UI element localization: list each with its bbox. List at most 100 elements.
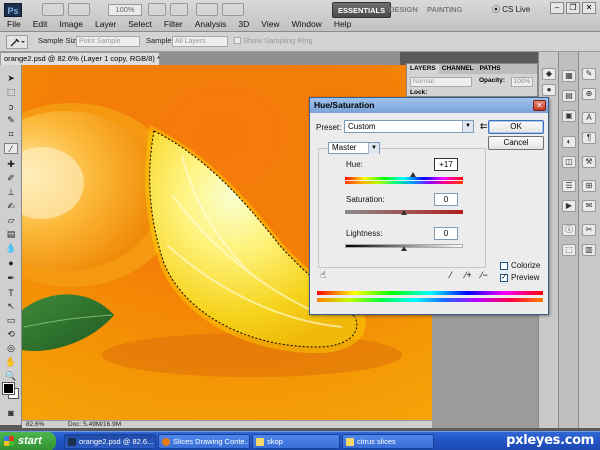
tab-channels[interactable]: CHANNEL xyxy=(439,64,477,74)
menu-layer[interactable]: Layer xyxy=(89,18,122,31)
menu-select[interactable]: Select xyxy=(122,18,158,31)
restore-icon[interactable]: ❐ xyxy=(566,2,580,14)
menu-view[interactable]: View xyxy=(255,18,285,31)
path-selection-tool-icon[interactable]: ↖ xyxy=(4,301,18,312)
animation-panel-icon[interactable]: ▥ xyxy=(582,244,596,256)
lightness-input[interactable]: 0 xyxy=(434,227,458,240)
blur-tool-icon[interactable]: 💧 xyxy=(4,243,18,254)
menu-image[interactable]: Image xyxy=(53,18,89,31)
tool-preset-picker[interactable] xyxy=(6,35,28,49)
crop-tool-icon[interactable]: ⌗ xyxy=(4,129,18,140)
targeted-adjustment-icon[interactable]: ☝ xyxy=(320,270,326,281)
preview-checkbox[interactable]: ✓ xyxy=(500,274,508,282)
saturation-slider-thumb[interactable] xyxy=(401,210,407,215)
minimize-icon[interactable]: – xyxy=(550,2,564,14)
notes-panel-icon[interactable]: ✉ xyxy=(582,200,596,212)
eyedropper-icon[interactable]: ⁄ xyxy=(450,270,452,280)
lasso-tool-icon[interactable]: ↄ xyxy=(4,101,18,112)
paragraph-panel-icon[interactable]: ¶ xyxy=(582,132,596,144)
marquee-tool-icon[interactable]: ⬚ xyxy=(4,87,18,98)
hand-tool-icon[interactable]: ✋ xyxy=(4,357,18,368)
lightness-slider-thumb[interactable] xyxy=(401,246,407,251)
dialog-titlebar[interactable]: Hue/Saturation ✕ xyxy=(310,98,548,113)
menu-window[interactable]: Window xyxy=(286,18,328,31)
menu-edit[interactable]: Edit xyxy=(27,18,54,31)
sampling-ring-checkbox[interactable] xyxy=(234,37,241,44)
3d-orbit-tool-icon[interactable]: ◎ xyxy=(4,343,18,354)
dialog-close-icon[interactable]: ✕ xyxy=(533,100,546,111)
foreground-color-swatch[interactable] xyxy=(2,382,15,395)
menu-analysis[interactable]: Analysis xyxy=(189,18,233,31)
adjustments-panel-icon[interactable]: ◐ xyxy=(562,136,576,148)
character-panel-icon[interactable]: A xyxy=(582,112,596,124)
hue-slider-thumb[interactable] xyxy=(410,172,416,177)
eraser-tool-icon[interactable]: ▱ xyxy=(4,215,18,226)
screen-mode-icon[interactable] xyxy=(222,3,244,16)
mini-bridge-icon[interactable] xyxy=(68,3,90,16)
eyedropper-tool-icon[interactable]: ⁄ xyxy=(4,143,18,154)
saturation-input[interactable]: 0 xyxy=(434,193,458,206)
cancel-button[interactable]: Cancel xyxy=(488,136,544,150)
sample-size-select[interactable]: Point Sample xyxy=(76,36,140,47)
zoom-level-select[interactable]: 100% xyxy=(108,4,142,16)
type-tool-icon[interactable]: T xyxy=(4,287,18,298)
start-button[interactable]: start xyxy=(0,432,56,450)
3d-rotate-tool-icon[interactable]: ⟲ xyxy=(4,329,18,340)
subtract-from-sample-icon[interactable]: ⁄− xyxy=(481,270,488,280)
menu-3d[interactable]: 3D xyxy=(232,18,255,31)
brush-tool-icon[interactable]: ✐ xyxy=(4,173,18,184)
preset-select[interactable]: Custom ▼ xyxy=(344,120,474,133)
dodge-tool-icon[interactable]: ● xyxy=(4,257,18,268)
tool-presets-panel-icon[interactable]: ⚒ xyxy=(582,156,596,168)
opacity-field[interactable]: 100% xyxy=(511,77,533,87)
bridge-icon[interactable] xyxy=(42,3,64,16)
preset-options-icon[interactable]: ⇇ xyxy=(480,121,488,132)
zoom-tool-icon[interactable] xyxy=(170,3,188,16)
taskbar-item-folder-skop[interactable]: skop xyxy=(252,434,340,449)
zoom-tool-icon[interactable]: 🔍 xyxy=(4,371,18,382)
layers-panel-icon[interactable]: ◆ xyxy=(542,68,556,80)
channels-panel-icon[interactable]: ● xyxy=(542,84,556,96)
styles-panel-icon[interactable]: ▣ xyxy=(562,110,576,122)
workspace-essentials-button[interactable]: ESSENTIALS xyxy=(332,2,392,18)
add-to-sample-icon[interactable]: ⁄+ xyxy=(465,270,472,280)
quick-selection-tool-icon[interactable]: ✎ xyxy=(4,115,18,126)
document-tab[interactable]: orange2.psd @ 82.6% (Layer 1 copy, RGB/8… xyxy=(0,52,171,65)
colorize-checkbox[interactable] xyxy=(500,262,508,270)
cs-live-button[interactable]: ⦿ CS Live xyxy=(492,3,530,17)
blend-mode-select[interactable]: Normal xyxy=(410,77,472,87)
swatches-panel-icon[interactable]: ▤ xyxy=(562,90,576,102)
move-tool-icon[interactable]: ➤ xyxy=(4,73,18,84)
workspace-design-button[interactable]: DESIGN xyxy=(384,2,423,18)
brushes-panel-icon[interactable]: ✎ xyxy=(582,68,596,80)
tab-layers[interactable]: LAYERS xyxy=(407,64,439,74)
3d-panel-icon[interactable]: ✂ xyxy=(582,224,596,236)
info-panel-icon[interactable]: ⓘ xyxy=(562,224,576,236)
status-zoom[interactable]: 82.6% xyxy=(26,421,44,429)
history-panel-icon[interactable]: ☰ xyxy=(562,180,576,192)
measurement-panel-icon[interactable]: ⊞ xyxy=(582,180,596,192)
clone-stamp-tool-icon[interactable]: ⊥ xyxy=(4,187,18,198)
workspace-painting-button[interactable]: PAINTING xyxy=(422,2,467,18)
masks-panel-icon[interactable]: ◫ xyxy=(562,156,576,168)
sample-select[interactable]: All Layers xyxy=(172,36,228,47)
menu-file[interactable]: File xyxy=(0,18,27,31)
navigator-panel-icon[interactable]: ⬚ xyxy=(562,244,576,256)
taskbar-item-folder-citrus[interactable]: citrus slices xyxy=(342,434,434,449)
clone-source-panel-icon[interactable]: ⊕ xyxy=(582,88,596,100)
hue-input[interactable]: +17 xyxy=(434,158,458,171)
quick-mask-icon[interactable]: ◙ xyxy=(4,407,18,418)
channel-select[interactable]: Master ▼ xyxy=(328,142,380,154)
color-panel-icon[interactable]: ▦ xyxy=(562,70,576,82)
ok-button[interactable]: OK xyxy=(488,120,544,134)
menu-help[interactable]: Help xyxy=(328,18,357,31)
tab-paths[interactable]: PATHS xyxy=(477,64,504,74)
shape-tool-icon[interactable]: ▭ xyxy=(4,315,18,326)
hand-tool-icon[interactable] xyxy=(148,3,166,16)
menu-filter[interactable]: Filter xyxy=(158,18,189,31)
gradient-tool-icon[interactable]: ▤ xyxy=(4,229,18,240)
arrange-documents-icon[interactable] xyxy=(196,3,218,16)
history-brush-tool-icon[interactable]: ✍ xyxy=(4,201,18,212)
taskbar-item-photoshop[interactable]: orange2.psd @ 82.6... xyxy=(64,434,156,449)
sampling-ring-option[interactable]: Show Sampling Ring xyxy=(234,36,313,45)
